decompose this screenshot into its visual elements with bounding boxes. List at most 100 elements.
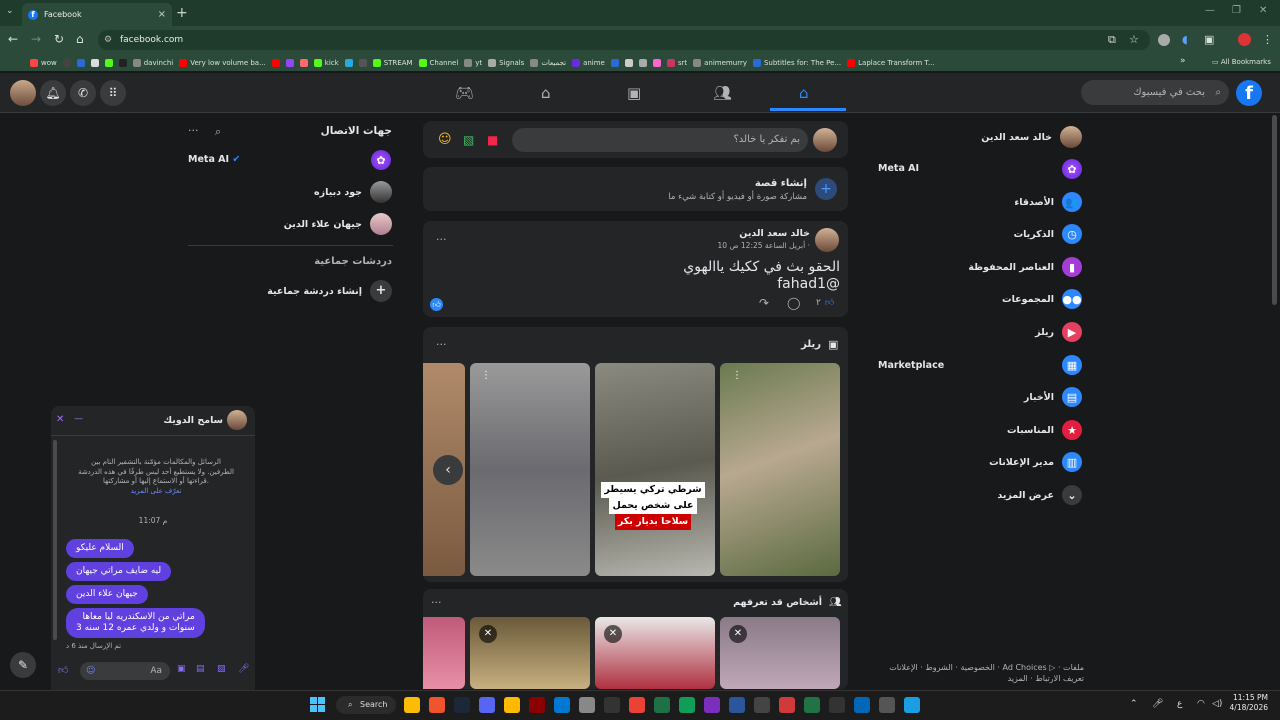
photo-video-icon[interactable]: ▧: [463, 133, 474, 147]
taskbar-app-icon[interactable]: [854, 697, 870, 713]
notifications-bell-icon[interactable]: 🔔︎: [40, 80, 66, 106]
nav-profile[interactable]: خالد سعد الدين: [981, 124, 1082, 150]
chat-message-input[interactable]: ☺ Aa: [80, 662, 170, 680]
new-tab-button[interactable]: +: [176, 5, 188, 21]
new-message-icon[interactable]: ✎: [10, 652, 36, 678]
bookmark-item[interactable]: [652, 58, 661, 67]
nav-item[interactable]: ▤ الأخبار: [1024, 384, 1082, 410]
bookmark-item[interactable]: [638, 58, 647, 67]
contacts-search-icon[interactable]: ⌕: [215, 125, 221, 139]
person-card[interactable]: [423, 617, 465, 689]
taskbar-app-icon[interactable]: [529, 697, 545, 713]
forward-button[interactable]: →: [31, 32, 41, 46]
marketplace-tab-icon[interactable]: ⌂: [541, 84, 551, 102]
chat-like-icon[interactable]: 👍︎: [58, 664, 68, 676]
contact-meta-ai[interactable]: Meta AI ✔: [188, 154, 240, 165]
contact-item[interactable]: جيهان علاء الدين: [284, 213, 392, 235]
gaming-tab-icon[interactable]: 🎮︎: [455, 84, 474, 102]
taskbar-app-icon[interactable]: [829, 697, 845, 713]
post-author[interactable]: خالد سعد الدين: [739, 228, 810, 239]
home-button[interactable]: ⌂: [76, 32, 84, 46]
taskbar-app-icon[interactable]: [579, 697, 595, 713]
learn-more-link[interactable]: تعرّف على المزيد: [131, 487, 182, 495]
volume-icon[interactable]: ◁): [1212, 699, 1222, 709]
emoji-icon[interactable]: ☺: [86, 666, 95, 676]
browser-tab[interactable]: f Facebook ×: [22, 3, 172, 26]
bookmark-item[interactable]: yt: [464, 58, 482, 67]
bookmark-item[interactable]: Laplace Transform T...: [847, 58, 935, 67]
nav-item[interactable]: ▶ ريلز: [1035, 319, 1082, 345]
bookmark-item[interactable]: [271, 58, 280, 67]
comment-icon[interactable]: ◯: [787, 296, 800, 310]
bookmark-item[interactable]: [344, 58, 353, 67]
attach-image-icon[interactable]: ▧: [217, 664, 226, 674]
bookmark-item[interactable]: Signals: [488, 58, 524, 67]
dismiss-icon[interactable]: ✕: [479, 625, 497, 643]
voice-clip-icon[interactable]: 🎤︎: [238, 664, 249, 674]
microphone-icon[interactable]: 🎤︎: [1152, 699, 1163, 709]
watch-tab-icon[interactable]: ▣: [627, 84, 641, 102]
like-button[interactable]: ٢ 👍︎: [816, 298, 834, 308]
taskbar-app-icon[interactable]: [704, 697, 720, 713]
language-indicator[interactable]: ع: [1177, 699, 1182, 709]
facebook-logo[interactable]: f: [1236, 80, 1262, 106]
windows-start-icon[interactable]: [310, 697, 325, 712]
page-scrollbar[interactable]: [1272, 115, 1277, 305]
site-info-icon[interactable]: ⚙: [104, 30, 112, 50]
taskbar-app-icon[interactable]: [754, 697, 770, 713]
reel-thumbnail[interactable]: [595, 363, 715, 576]
create-story-card[interactable]: [423, 167, 848, 211]
back-button[interactable]: ←: [8, 32, 18, 46]
chat-message[interactable]: مراتي من الاسكندريه ليا معاها 3 سنوات و و…: [66, 608, 205, 638]
nav-meta-ai[interactable]: Meta AI: [878, 163, 919, 174]
bookmark-item[interactable]: [624, 58, 633, 67]
reel-more-icon[interactable]: ⋮: [481, 370, 491, 381]
extensions-puzzle-icon[interactable]: ▣: [1204, 33, 1214, 46]
bookmark-item[interactable]: srt: [666, 58, 687, 67]
create-group-chat-button[interactable]: + إنشاء دردشة جماعية: [267, 280, 392, 302]
nav-item[interactable]: ⌄ عرض المزيد: [997, 482, 1082, 508]
nav-item[interactable]: ★ المناسبات: [1007, 417, 1082, 443]
address-bar[interactable]: ⚙ facebook.com: [98, 30, 1150, 50]
taskbar-app-icon[interactable]: [504, 697, 520, 713]
taskbar-app-icon[interactable]: [779, 697, 795, 713]
chat-minimize-icon[interactable]: —: [74, 414, 83, 424]
tray-chevron-icon[interactable]: ⌃: [1130, 699, 1138, 709]
close-window-button[interactable]: ✕: [1259, 5, 1267, 16]
bookmark-item[interactable]: anime: [572, 58, 605, 67]
dismiss-icon[interactable]: ✕: [729, 625, 747, 643]
composer-input[interactable]: بم تفكر يا خالد؟: [512, 128, 808, 152]
post-text-line2[interactable]: fahad1@: [777, 276, 840, 292]
bookmark-item[interactable]: Very low volume ba...: [179, 58, 266, 67]
browser-menu-icon[interactable]: ⋮: [1262, 33, 1273, 46]
post-time[interactable]: 10 أبريل الساعة 12:25 ص ·: [718, 241, 810, 250]
install-app-icon[interactable]: ⧉: [1108, 33, 1116, 47]
taskbar-app-icon[interactable]: [454, 697, 470, 713]
bookmark-item[interactable]: [610, 58, 619, 67]
facebook-search-input[interactable]: ⌕ بحث في فيسبوك: [1081, 80, 1229, 105]
taskbar-search[interactable]: ⌕ Search: [336, 696, 396, 714]
taskbar-app-icon[interactable]: [729, 697, 745, 713]
taskbar-app-icon[interactable]: [654, 697, 670, 713]
bookmark-item[interactable]: [104, 58, 113, 67]
taskbar-app-icon[interactable]: [604, 697, 620, 713]
chat-message[interactable]: السلام عليكو: [66, 539, 134, 558]
minimize-button[interactable]: —: [1205, 5, 1215, 16]
taskbar-app-icon[interactable]: [479, 697, 495, 713]
share-icon[interactable]: ↷: [759, 296, 769, 310]
chat-name[interactable]: سامح الدويك: [163, 415, 223, 426]
bookmark-star-icon[interactable]: ☆: [1129, 33, 1139, 46]
chat-message[interactable]: ليه ضايف مراتي جيهان: [66, 562, 172, 581]
extension-icon[interactable]: [1158, 34, 1170, 46]
bookmark-item[interactable]: animemurry: [693, 58, 747, 67]
friends-tab-icon[interactable]: 👥︎: [713, 84, 732, 102]
extension-audio-icon[interactable]: ◖: [1182, 33, 1188, 46]
bookmark-item[interactable]: davinchi: [132, 58, 173, 67]
close-tab-icon[interactable]: ×: [158, 9, 166, 20]
meta-ai-contact-icon[interactable]: ✿: [371, 150, 391, 170]
bookmark-item[interactable]: [90, 58, 99, 67]
contact-item[interactable]: جود دبيازه: [314, 181, 392, 203]
maximize-button[interactable]: ❐: [1232, 5, 1241, 16]
people-more-icon[interactable]: ···: [431, 596, 442, 609]
more-bookmarks-icon[interactable]: »: [1180, 56, 1186, 66]
